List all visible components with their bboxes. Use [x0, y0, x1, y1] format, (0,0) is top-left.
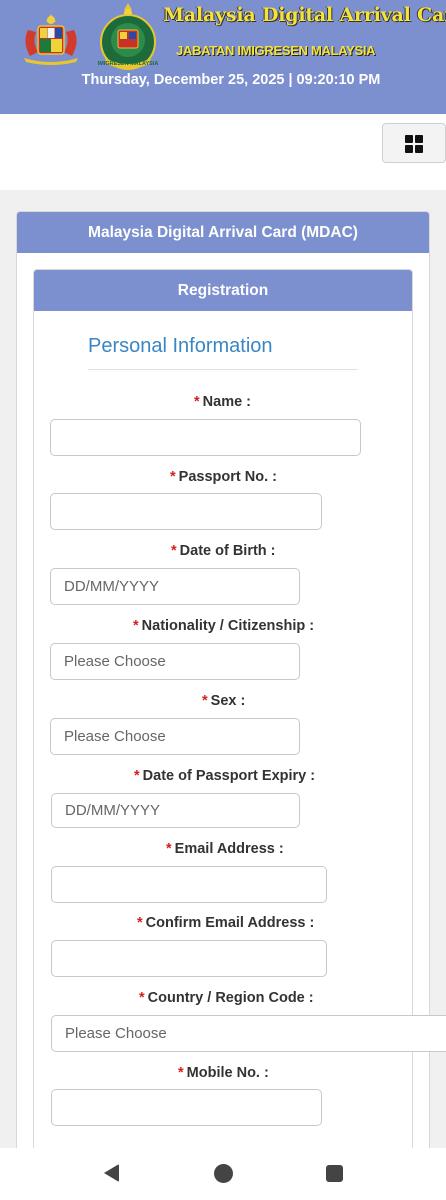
- malaysia-coat-of-arms-icon: [24, 14, 78, 65]
- required-mark: *: [194, 394, 200, 410]
- home-circle-icon[interactable]: [214, 1164, 233, 1183]
- email-label: * Email Address :: [166, 841, 284, 857]
- confirm-email-label: * Confirm Email Address :: [137, 915, 314, 931]
- page-header: IMIGRESEN MALAYSIA Malaysia Digital Arri…: [0, 0, 446, 114]
- passport-expiry-input[interactable]: DD/MM/YYYY: [51, 793, 300, 828]
- sex-select[interactable]: Please Choose: [50, 718, 300, 755]
- toolbar: [0, 114, 446, 190]
- current-datetime: Thursday, December 25, 2025 | 09:20:10 P…: [81, 72, 381, 88]
- menu-toggle-button[interactable]: [382, 123, 446, 163]
- required-mark: *: [178, 1065, 184, 1081]
- sex-label-text: Sex :: [210, 693, 246, 709]
- name-input[interactable]: [50, 419, 361, 456]
- sex-label: * Sex :: [202, 693, 245, 709]
- registration-title: Registration: [34, 270, 412, 311]
- confirm-email-label-text: Confirm Email Address :: [145, 915, 315, 931]
- country-code-label-text: Country / Region Code :: [147, 990, 314, 1006]
- required-mark: *: [139, 990, 145, 1006]
- required-mark: *: [171, 543, 177, 559]
- required-mark: *: [166, 841, 172, 857]
- required-mark: *: [137, 915, 143, 931]
- name-label-text: Name :: [202, 394, 252, 410]
- mobile-label: * Mobile No. :: [178, 1065, 269, 1081]
- passport-input[interactable]: [50, 493, 322, 530]
- recent-apps-square-icon[interactable]: [326, 1165, 343, 1182]
- required-mark: *: [133, 618, 139, 634]
- email-input[interactable]: [51, 866, 327, 903]
- mobile-label-text: Mobile No. :: [186, 1065, 269, 1081]
- passport-label-text: Passport No. :: [178, 469, 277, 485]
- nationality-label-text: Nationality / Citizenship :: [141, 618, 315, 634]
- section-divider: [88, 369, 358, 370]
- passport-label: * Passport No. :: [170, 469, 277, 485]
- emblem-text: IMIGRESEN MALAYSIA: [98, 61, 159, 67]
- nationality-label: * Nationality / Citizenship :: [133, 618, 314, 634]
- mdac-card-title: Malaysia Digital Arrival Card (MDAC): [17, 212, 429, 253]
- immigration-emblem-icon: IMIGRESEN MALAYSIA: [98, 3, 159, 70]
- country-code-label: * Country / Region Code :: [139, 990, 314, 1006]
- required-mark: *: [170, 469, 176, 485]
- app-title: Malaysia Digital Arrival Card: [163, 4, 446, 26]
- country-code-select[interactable]: Please Choose: [51, 1015, 446, 1052]
- dob-label-text: Date of Birth :: [179, 543, 276, 559]
- nationality-select[interactable]: Please Choose: [50, 643, 300, 680]
- dob-label: * Date of Birth :: [171, 543, 276, 559]
- passport-expiry-label-text: Date of Passport Expiry :: [142, 768, 316, 784]
- confirm-email-input[interactable]: [51, 940, 327, 977]
- mobile-input[interactable]: [51, 1089, 322, 1126]
- passport-expiry-label: * Date of Passport Expiry :: [134, 768, 315, 784]
- name-label: * Name :: [194, 394, 251, 410]
- back-triangle-icon[interactable]: [104, 1164, 119, 1182]
- required-mark: *: [202, 693, 208, 709]
- email-label-text: Email Address :: [174, 841, 284, 857]
- department-subtitle: JABATAN IMIGRESEN MALAYSIA: [176, 43, 376, 58]
- section-title-personal-information: Personal Information: [88, 335, 273, 357]
- system-navigation-bar: [0, 1148, 446, 1200]
- dob-input[interactable]: DD/MM/YYYY: [50, 568, 300, 605]
- required-mark: *: [134, 768, 140, 784]
